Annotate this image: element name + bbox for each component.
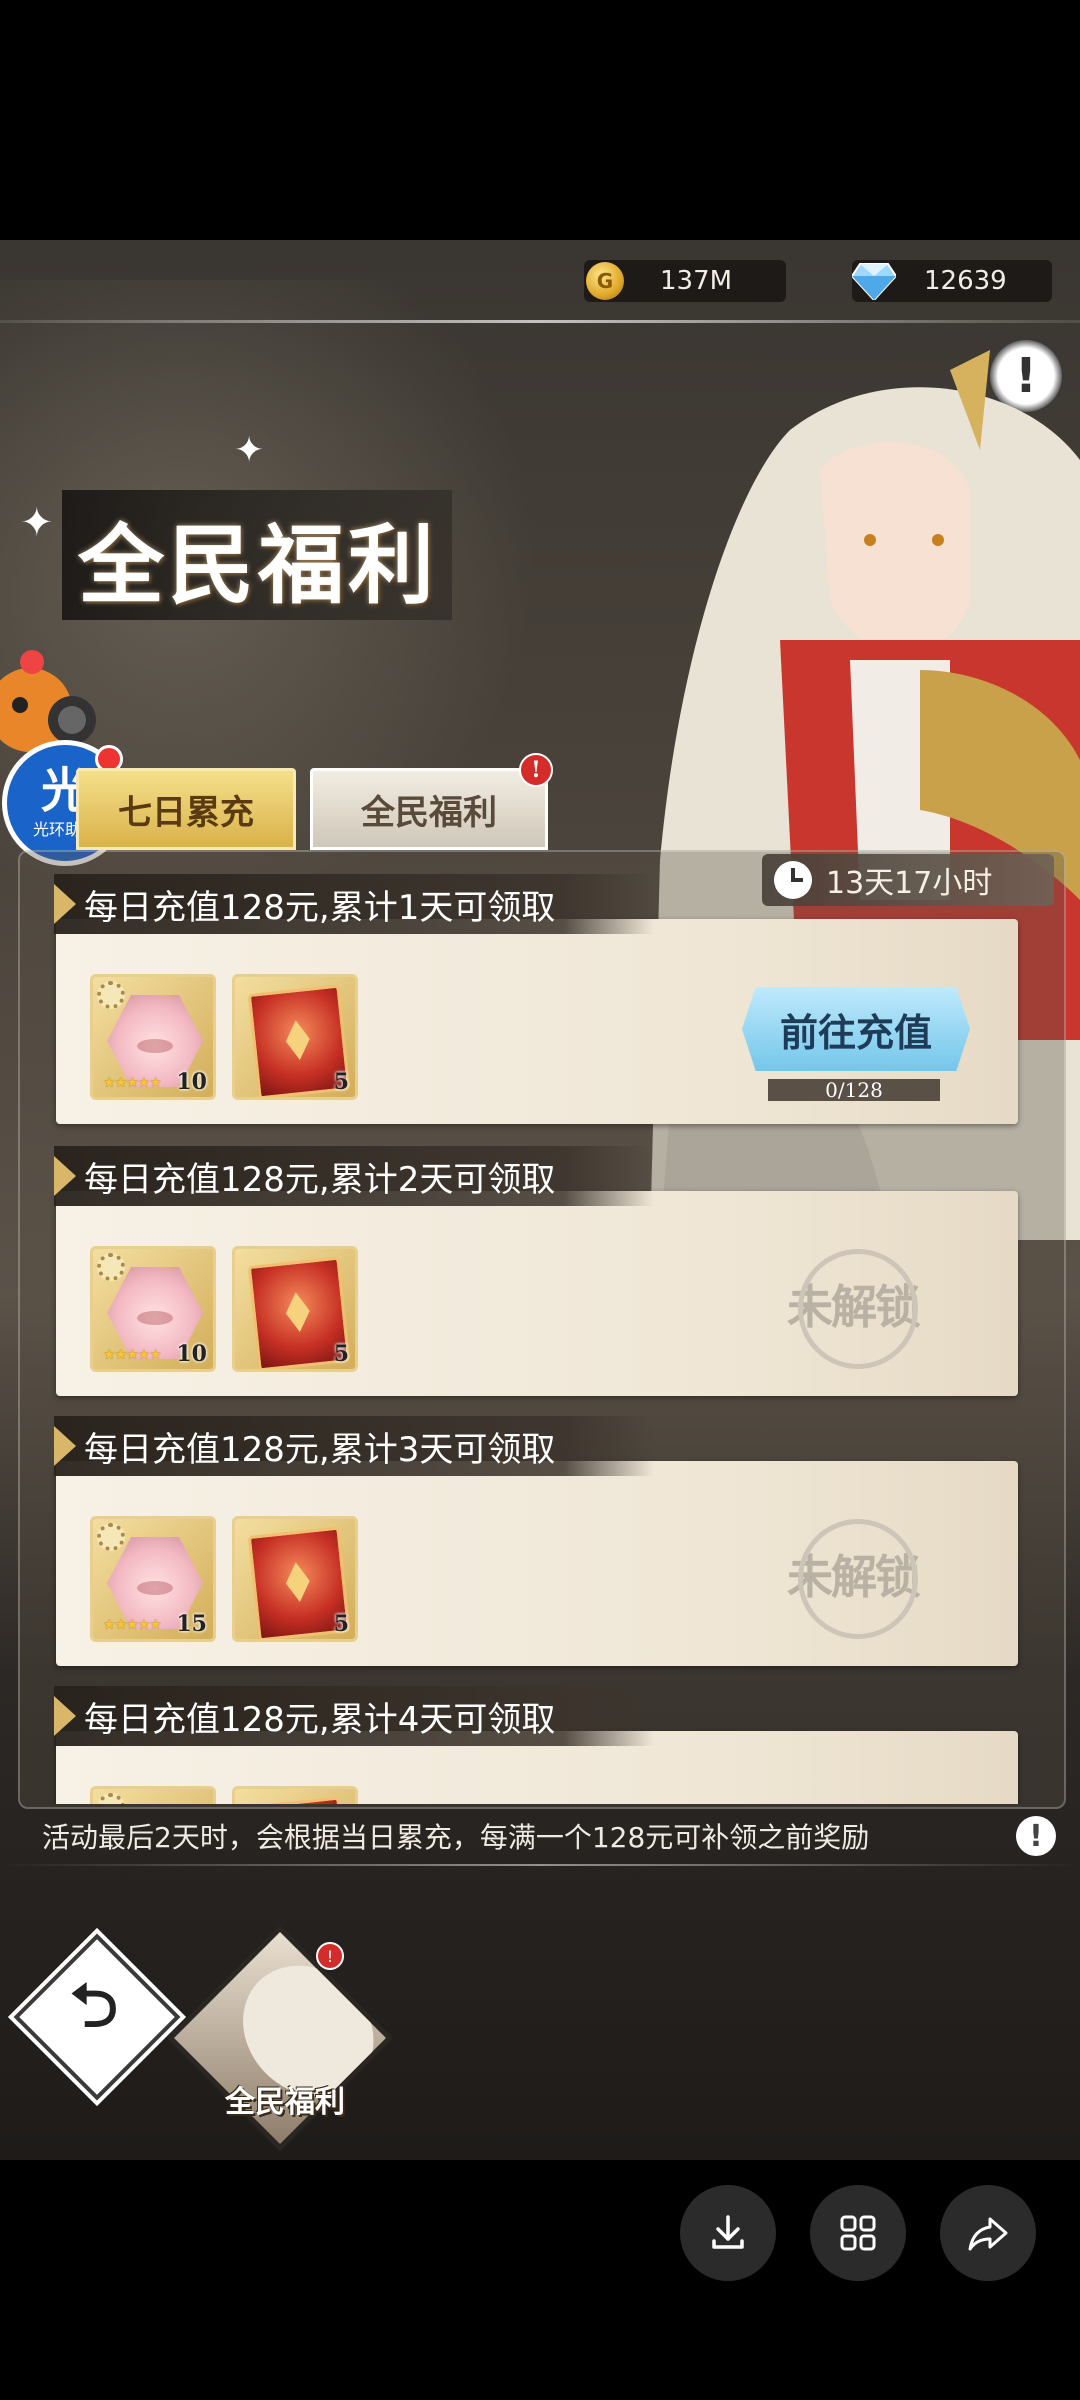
reward-quantity: 10 [176, 1069, 207, 1095]
share-button[interactable] [940, 2185, 1036, 2281]
hero-shard-reward[interactable] [90, 1786, 216, 1804]
reward-quantity: 15 [176, 1611, 207, 1637]
reward-quantity: 5 [333, 1611, 349, 1637]
game-screen: G 137M 12639 ! ✦ ✦ 全民福利 光 光环助手 七日累充 全民福利… [0, 240, 1080, 2160]
locked-stamp: 未解锁 [778, 1249, 928, 1369]
hero-shard-reward[interactable]: ★★★★★ 10 [90, 1246, 216, 1372]
star-rating: ★★★★★ [103, 1617, 162, 1633]
reward-card: ★★★★★ 10 5 前往充值 0/128 [56, 919, 1018, 1124]
reward-card: ★★★★★ 10 5 未解锁 [56, 1191, 1018, 1396]
tab-all-welfare[interactable]: 全民福利 ! [310, 753, 553, 850]
gold-counter: G 137M [584, 260, 786, 302]
star-rating: ★★★★★ [103, 1347, 162, 1363]
share-toolbar [0, 2160, 1080, 2400]
grid-menu-button[interactable] [810, 2185, 906, 2281]
share-icon [968, 2217, 1008, 2251]
hero-shard-reward[interactable]: ★★★★★ 15 [90, 1516, 216, 1642]
sparkle-icon: ✦ [20, 500, 54, 546]
download-button[interactable] [680, 2185, 776, 2281]
reward-quantity: 5 [333, 1341, 349, 1367]
page-title: 全民福利 [78, 515, 438, 616]
star-rating: ★★★★★ [103, 1075, 162, 1091]
back-arrow-icon: ⮌ [69, 1971, 119, 2041]
tab-seven-day-topup[interactable]: 七日累充 [76, 768, 296, 850]
recharge-progress: 0/128 [768, 1078, 940, 1102]
task-title: 每日充值128元,累计4天可领取 [54, 1686, 654, 1746]
diamond-value: 12639 [924, 266, 1007, 296]
reward-quantity: 5 [333, 1069, 349, 1095]
event-notice: 活动最后2天时，会根据当日累充，每满一个128元可补领之前奖励 ! [0, 1810, 1080, 1866]
current-page-label: 全民福利 [225, 2085, 345, 2120]
task-title: 每日充值128元,累计2天可领取 [54, 1146, 654, 1206]
topbar-divider [0, 320, 1080, 323]
gold-coin-icon: G [586, 262, 624, 300]
tab-label: 全民福利 [361, 792, 497, 833]
gold-value: 137M [660, 266, 733, 296]
locked-stamp: 未解锁 [778, 1519, 928, 1639]
download-icon [712, 2215, 744, 2249]
notice-info-icon[interactable]: ! [1016, 1816, 1056, 1856]
task-title: 每日充值128元,累计1天可领取 [54, 874, 654, 934]
reward-task-row: ★★★★★ 10 5 前往充值 0/128 每日充值128元,累计1天可领取 [34, 874, 1024, 1124]
gear-icon [97, 1793, 125, 1804]
reward-card: ★★★★★ 15 5 未解锁 [56, 1461, 1018, 1666]
diamond-counter: 12639 [852, 260, 1052, 302]
alert-badge: ! [519, 753, 553, 787]
hero-shard-reward[interactable]: ★★★★★ 10 [90, 974, 216, 1100]
red-card-reward[interactable]: 5 [232, 1246, 358, 1372]
reward-task-row: ★★★★★ 10 5 未解锁 每日充值128元,累计2天可领取 [34, 1146, 1024, 1396]
red-card-reward[interactable]: 5 [232, 974, 358, 1100]
go-recharge-button[interactable]: 前往充值 [742, 987, 970, 1071]
reward-task-row: 每日充值128元,累计4天可领取 [34, 1686, 1024, 1804]
gear-icon [97, 1253, 125, 1281]
notification-dot: ! [316, 1942, 344, 1970]
red-card-reward[interactable] [232, 1786, 358, 1804]
reward-task-row: ★★★★★ 15 5 未解锁 每日充值128元,累计3天可领取 [34, 1416, 1024, 1666]
task-title: 每日充值128元,累计3天可领取 [54, 1416, 654, 1476]
notice-text: 活动最后2天时，会根据当日累充，每满一个128元可补领之前奖励 [42, 1821, 870, 1854]
gear-icon [97, 1523, 125, 1551]
red-card-reward[interactable]: 5 [232, 1516, 358, 1642]
gear-icon [97, 981, 125, 1009]
sparkle-icon: ✦ [234, 430, 265, 471]
diamond-icon [852, 263, 896, 300]
tab-label: 七日累充 [118, 792, 254, 833]
grid-icon [840, 2215, 876, 2251]
red-card-icon [247, 1796, 351, 1804]
reward-quantity: 10 [176, 1341, 207, 1367]
